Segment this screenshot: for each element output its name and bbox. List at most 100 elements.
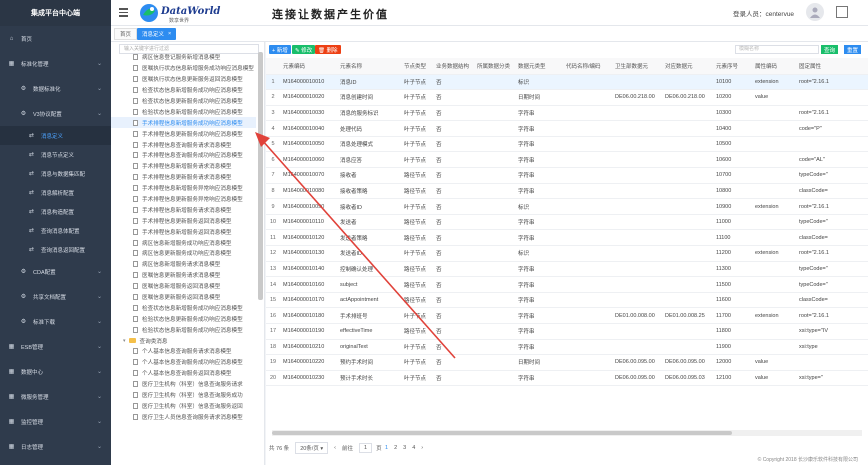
table-row[interactable]: 12 M164000010130 发送者ID 叶子节点否 标识 11200 extensio… bbox=[266, 245, 868, 262]
sidebar-item-15[interactable]: ▦ 数据中心 ⌄ bbox=[0, 359, 111, 384]
edit-button[interactable]: ✎ 修改 bbox=[292, 45, 316, 54]
fullscreen-icon[interactable] bbox=[836, 6, 848, 18]
tree-item[interactable]: 个人基本信息查询服务返回消息模型 bbox=[111, 368, 256, 379]
tree-item[interactable]: 检验状态信息新增服务成功响应消息模型 bbox=[111, 106, 256, 117]
tree-item[interactable]: 手术排程信息更新服务返回消息模型 bbox=[111, 215, 256, 226]
tree-item[interactable]: 病区信息更新服务成功响应消息模型 bbox=[111, 248, 256, 259]
sidebar-item-11[interactable]: ⚙ CDA配置 ⌄ bbox=[0, 259, 111, 284]
sidebar-item-9[interactable]: ⇄ 查询消息体配置 bbox=[0, 221, 111, 240]
menu-toggle-icon[interactable] bbox=[119, 8, 128, 17]
tree-item[interactable]: 病区信息新增服务成功响应消息模型 bbox=[111, 237, 256, 248]
tree-scrollbar[interactable] bbox=[258, 52, 263, 300]
table-row[interactable]: 3 M164000010030 消息的服务标识 叶子节点否 字符串 10300 root="… bbox=[266, 105, 868, 122]
column-header[interactable]: 所属数据分类 bbox=[474, 58, 515, 75]
tree-item[interactable]: 医疗卫生机构（科室）信息查询服务请求 bbox=[111, 379, 256, 390]
column-header[interactable]: 属性编码 bbox=[752, 58, 796, 75]
sidebar-item-17[interactable]: ▦ 监控管理 ⌄ bbox=[0, 409, 111, 434]
sidebar-item-0[interactable]: ⌂ 首页 bbox=[0, 26, 111, 51]
tree-item[interactable]: 检验状态信息新增服务成功响应消息模型 bbox=[111, 324, 256, 335]
column-header[interactable]: 固定属性 bbox=[796, 58, 868, 75]
column-header[interactable]: 元素编码 bbox=[280, 58, 337, 75]
tree-item[interactable]: 病区信息登记服务新增消息模型 bbox=[111, 52, 256, 63]
sidebar-item-4[interactable]: ⇄ 消息定义 bbox=[0, 126, 111, 145]
table-row[interactable]: 9 M164000010090 接收者ID 叶子节点否 标识 10900 extension… bbox=[266, 198, 868, 215]
table-row[interactable]: 13 M164000010140 控制确认处理 路径节点否 字符串 11300 typeCo… bbox=[266, 261, 868, 278]
close-icon[interactable]: × bbox=[168, 31, 171, 37]
tree-item[interactable]: 检验状态信息更新服务成功响应消息模型 bbox=[111, 313, 256, 324]
table-row[interactable]: 10 M164000010110 发送者 路径节点否 字符串 11000 typeCode=… bbox=[266, 214, 868, 231]
sidebar-item-13[interactable]: ⚙ 标准下载 ⌄ bbox=[0, 309, 111, 334]
tree-item[interactable]: 检查状态信息新增服务成功响应消息模型 bbox=[111, 302, 256, 313]
sidebar-item-12[interactable]: ⚙ 共享文档配置 ⌄ bbox=[0, 284, 111, 309]
sidebar-item-18[interactable]: ▦ 日志管理 ⌄ bbox=[0, 434, 111, 459]
column-header[interactable]: 元素序号 bbox=[713, 58, 752, 75]
sidebar-item-10[interactable]: ⇄ 查询消息返回配置 bbox=[0, 240, 111, 259]
page-3[interactable]: 3 bbox=[403, 445, 406, 451]
tree-item[interactable]: 手术排程信息更新服务异常响应消息模型 bbox=[111, 194, 256, 205]
sidebar-item-1[interactable]: ▦ 标准化管理 ⌄ bbox=[0, 51, 111, 76]
avatar[interactable] bbox=[806, 3, 824, 21]
table-row[interactable]: 4 M164000010040 处理代码 叶子节点否 字符串 10400 code="P" bbox=[266, 120, 868, 137]
column-header[interactable] bbox=[266, 58, 280, 75]
table-row[interactable]: 17 M164000010190 effectiveTime 路径节点否 字符串 1180… bbox=[266, 323, 868, 340]
sidebar-item-16[interactable]: ▦ 微服务管理 ⌄ bbox=[0, 384, 111, 409]
tree-item[interactable]: 个人基本信息查询服务请求消息模型 bbox=[111, 346, 256, 357]
table-row[interactable]: 7 M164000010070 接收者 路径节点否 字符串 10700 typeCode=" bbox=[266, 167, 868, 184]
tree-item[interactable]: 手术排程信息查询服务成功响应消息模型 bbox=[111, 150, 256, 161]
tree-item[interactable]: 医疗卫生人员信息查询服务请求消息模型 bbox=[111, 411, 256, 422]
table-row[interactable]: 5 M164000010050 消息处理模式 叶子节点否 字符串 10500 bbox=[266, 136, 868, 153]
tree-item[interactable]: 手术排程信息更新服务请求消息模型 bbox=[111, 172, 256, 183]
prev-page-icon[interactable]: ‹ bbox=[334, 445, 336, 451]
reset-button[interactable]: 重置 bbox=[844, 45, 862, 54]
tree-item[interactable]: 个人基本信息查询服务成功响应消息模型 bbox=[111, 357, 256, 368]
column-header[interactable]: 卫生部数据元 bbox=[612, 58, 662, 75]
tree-item[interactable]: 手术排程信息查询服务请求消息模型 bbox=[111, 139, 256, 150]
page-1[interactable]: 1 bbox=[385, 445, 388, 451]
query-button[interactable]: 查询 bbox=[821, 45, 839, 54]
tree-item[interactable]: 医疗卫生机构（科室）信息查询服务返回 bbox=[111, 401, 256, 412]
tree-item[interactable]: 检查状态信息更新服务成功响应消息模型 bbox=[111, 96, 256, 107]
tree-item[interactable]: 医嘱信息新增服务返回消息模型 bbox=[111, 281, 256, 292]
sidebar-item-2[interactable]: ⚙ 数据标准化 ⌄ bbox=[0, 76, 111, 101]
column-header[interactable]: 元素名称 bbox=[337, 58, 401, 75]
sidebar-item-3[interactable]: ⚙ V3协议配置 ⌄ bbox=[0, 101, 111, 126]
page-4[interactable]: 4 bbox=[412, 445, 415, 451]
table-row[interactable]: 14 M164000010160 subject 路径节点否 字符串 11500 typeC… bbox=[266, 276, 868, 293]
tree-folder[interactable]: ▾ 查询类消息 bbox=[111, 335, 256, 346]
tab-message-definition[interactable]: 消息定义 × bbox=[137, 28, 177, 40]
add-button[interactable]: + 新增 bbox=[269, 45, 291, 54]
column-header[interactable]: 节点类型 bbox=[401, 58, 433, 75]
tree-item[interactable]: 医嘱执行状态信息更新服务返回消息模型 bbox=[111, 74, 256, 85]
tree-item[interactable]: 手术排程信息新增服务成功响应消息模型 bbox=[111, 117, 256, 129]
table-row[interactable]: 1 M164000010010 消息ID 叶子节点否 标识 10100 extension r… bbox=[266, 74, 868, 91]
page-size-select[interactable]: 20条/页 ▾ bbox=[295, 442, 329, 454]
tree-item[interactable]: 手术排程信息新增服务请求消息模型 bbox=[111, 161, 256, 172]
tab-home[interactable]: 首页 bbox=[114, 28, 138, 40]
tree-item[interactable]: 手术排程信息新增服务请求消息模型 bbox=[111, 204, 256, 215]
sidebar-item-5[interactable]: ⇄ 消息节点定义 bbox=[0, 145, 111, 164]
delete-button[interactable]: 🗑 删除 bbox=[315, 45, 341, 54]
column-header[interactable]: 业务数据结构 bbox=[433, 58, 474, 75]
tree-item[interactable]: 检查状态信息新增服务成功响应消息模型 bbox=[111, 85, 256, 96]
sidebar-item-7[interactable]: ⇄ 消息解析配置 bbox=[0, 183, 111, 202]
column-header[interactable]: 代码名称/编码 bbox=[563, 58, 612, 75]
tree-item[interactable]: 医嘱执行状态信息新增服务成功响应消息模型 bbox=[111, 63, 256, 74]
tree-item[interactable]: 手术排程信息新增服务异常响应消息模型 bbox=[111, 183, 256, 194]
search-input[interactable]: 模糊名称 bbox=[735, 45, 819, 54]
tree-item[interactable]: 医嘱信息更新服务请求消息模型 bbox=[111, 270, 256, 281]
horizontal-scrollbar[interactable] bbox=[272, 430, 862, 436]
table-row[interactable]: 6 M164000010060 消息应答 叶子节点否 字符串 10600 code="AL" bbox=[266, 151, 868, 169]
table-row[interactable]: 20 M164000010230 预计手术时长 叶子节点否 字符串 DE06.00.095… bbox=[266, 370, 868, 387]
table-row[interactable]: 2 M164000010020 消息创建时间 叶子节点否 日期时间 DE06.00.218… bbox=[266, 89, 868, 106]
sidebar-item-14[interactable]: ▦ ESB管理 ⌄ bbox=[0, 334, 111, 359]
column-header[interactable]: 对应数据元 bbox=[662, 58, 713, 75]
table-row[interactable]: 18 M164000010210 originalText 叶子节点否 字符串 11900… bbox=[266, 339, 868, 356]
page-2[interactable]: 2 bbox=[394, 445, 397, 451]
sidebar-item-8[interactable]: ⇄ 消息构造配置 bbox=[0, 202, 111, 221]
page-input[interactable]: 1 bbox=[359, 443, 373, 453]
tree-item[interactable]: 医嘱信息更新服务返回消息模型 bbox=[111, 292, 256, 303]
sidebar-item-6[interactable]: ⇄ 消息与数据集匹配 bbox=[0, 164, 111, 183]
tree-item[interactable]: 手术排程信息新增服务返回消息模型 bbox=[111, 226, 256, 237]
tree-item[interactable]: 手术排程信息更新服务成功响应消息模型 bbox=[111, 128, 256, 139]
tree-item[interactable]: 病区信息新增服务请求消息模型 bbox=[111, 259, 256, 270]
